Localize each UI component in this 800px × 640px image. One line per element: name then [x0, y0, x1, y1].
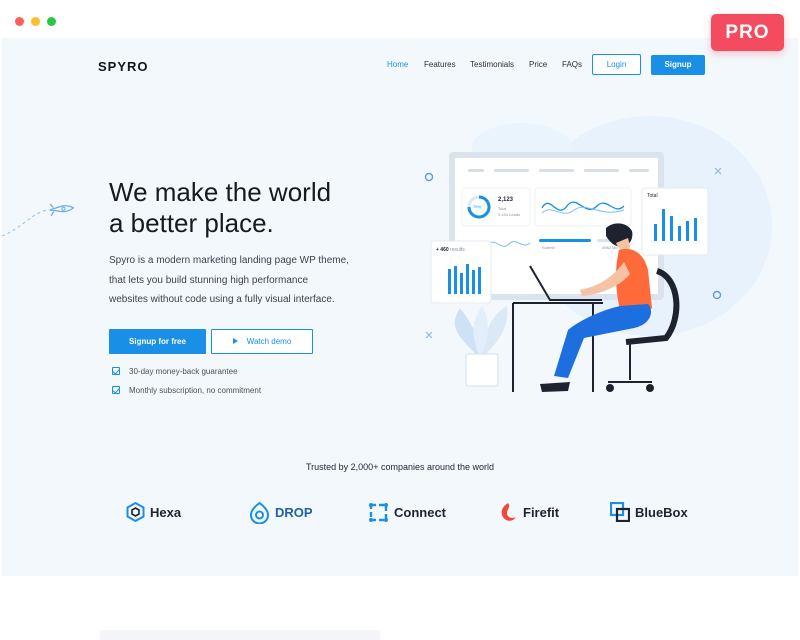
- watch-demo-button[interactable]: Watch demo: [211, 329, 313, 354]
- hero-desc-line-3: websites without code using a fully visu…: [109, 294, 335, 305]
- feature-check-row: 30-day money-back guarantee: [112, 367, 238, 376]
- logo-connect-label: Connect: [394, 504, 446, 520]
- maximize-window-dot[interactable]: [47, 17, 56, 26]
- logo-drop: DROP: [249, 500, 313, 524]
- deco-cross: [425, 331, 433, 339]
- hero-title: We make the world a better place.: [109, 177, 369, 239]
- hexa-icon: [126, 502, 145, 522]
- next-section: [0, 576, 800, 640]
- signup-free-button[interactable]: Signup for free: [109, 329, 206, 354]
- watch-demo-label: Watch demo: [246, 337, 292, 346]
- rocket-trail: [2, 209, 48, 237]
- drop-icon: [249, 501, 270, 524]
- hero-desc-line-1: Spyro is a modern marketing landing page…: [109, 255, 349, 266]
- pro-badge: PRO: [711, 14, 784, 51]
- feature-check-label: 30-day money-back guarantee: [129, 367, 238, 376]
- logo-bluebox-label: BlueBox: [635, 504, 688, 520]
- hero-description: Spyro is a modern marketing landing page…: [109, 251, 369, 310]
- login-button[interactable]: Login: [592, 54, 641, 75]
- bluebox-icon: [610, 502, 630, 522]
- nav-testimonials[interactable]: Testimonials: [470, 60, 514, 69]
- browser-chrome: [0, 0, 800, 38]
- nav-faqs[interactable]: FAQs: [562, 60, 582, 69]
- landing-page: 75% 2,123 Total 3,154 Leads + 460 result…: [2, 38, 798, 576]
- feature-check-row: Monthly subscription, no commitment: [112, 386, 261, 395]
- logo-bluebox: BlueBox: [610, 500, 688, 524]
- checkbox-icon: [112, 367, 120, 375]
- feature-check-label: Monthly subscription, no commitment: [129, 386, 262, 395]
- play-icon: [232, 338, 238, 344]
- card-right-title: Total: [647, 193, 658, 199]
- logo-firefit-label: Firefit: [523, 504, 560, 520]
- brand-logo[interactable]: SPYRO: [98, 59, 149, 74]
- signup-button[interactable]: Signup: [651, 55, 705, 75]
- trusted-heading: Trusted by 2,000+ companies around the w…: [305, 462, 495, 472]
- firefit-icon: [501, 503, 516, 521]
- deco-circle: [424, 172, 434, 182]
- connect-icon: [369, 502, 388, 522]
- logo-drop-label: DROP: [275, 504, 313, 520]
- plant-icon: [454, 306, 508, 387]
- card-left-value: + 460 results: [436, 247, 465, 253]
- stat-label: Total: [498, 206, 507, 211]
- hero-illustration: [2, 116, 772, 392]
- logo-hexa: Hexa: [126, 500, 181, 524]
- screen-footer-right: 4982 Mo: [602, 245, 618, 250]
- close-window-dot[interactable]: [15, 17, 24, 26]
- logo-firefit: Firefit: [499, 500, 559, 524]
- section-placeholder-bar: [100, 630, 380, 640]
- card-left-label: results: [450, 247, 465, 253]
- rocket-icon: [49, 203, 75, 217]
- stat-sub: 3,154 Leads: [498, 212, 521, 217]
- logo-hexa-label: Hexa: [150, 504, 182, 520]
- hero-desc-line-2: that lets you build stunning high perfor…: [109, 274, 309, 286]
- minimize-window-dot[interactable]: [31, 17, 40, 26]
- nav-price[interactable]: Price: [529, 60, 547, 69]
- logo-connect: Connect: [368, 500, 446, 524]
- hero-title-line-2: a better place.: [109, 208, 274, 238]
- donut-percent: 75%: [473, 204, 482, 209]
- checkbox-icon: [112, 386, 120, 394]
- card-left-number: + 460: [436, 247, 449, 253]
- hero-title-line-1: We make the world: [109, 177, 332, 207]
- nav-features[interactable]: Features: [424, 60, 456, 69]
- screen-footer-left: Submit: [542, 245, 555, 250]
- stat-value: 2,123: [498, 197, 514, 203]
- nav-home[interactable]: Home: [387, 60, 408, 69]
